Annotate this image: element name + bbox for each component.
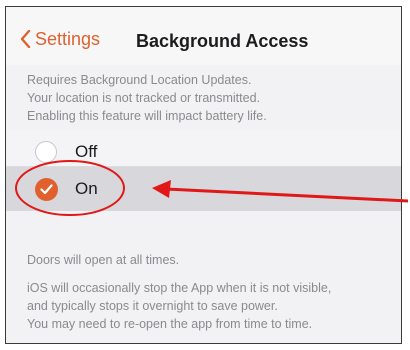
header-note-line: Requires Background Location Updates.: [27, 73, 252, 87]
navigation-bar: Settings Background Access: [6, 7, 401, 65]
footer-note: Doors will open at all times.: [27, 253, 180, 267]
footer-note-detail: iOS will occasionally stop the App when …: [27, 279, 387, 333]
option-label-off: Off: [75, 142, 98, 161]
header-note-line: Enabling this feature will impact batter…: [27, 109, 267, 123]
back-button-label: Settings: [35, 28, 101, 49]
checkmark-icon: [40, 184, 53, 195]
section-header-note: Requires Background Location Updates. Yo…: [27, 71, 377, 125]
radio-checked-icon[interactable]: [35, 178, 58, 201]
footer-note-line: You may need to re-open the app from tim…: [27, 317, 313, 331]
chevron-left-icon: [20, 30, 31, 48]
back-button[interactable]: Settings: [20, 25, 100, 53]
footer-note-line: and typically stops it overnight to save…: [27, 299, 278, 313]
footer-note-line: iOS will occasionally stop the App when …: [27, 281, 332, 295]
option-label-on: On: [75, 179, 98, 198]
header-note-line: Your location is not tracked or transmit…: [27, 91, 260, 105]
radio-unchecked-icon[interactable]: [35, 141, 57, 163]
option-row-on[interactable]: On: [6, 167, 401, 211]
page-title: Background Access: [136, 31, 309, 51]
settings-screen: Settings Background Access Requires Back…: [5, 6, 402, 344]
